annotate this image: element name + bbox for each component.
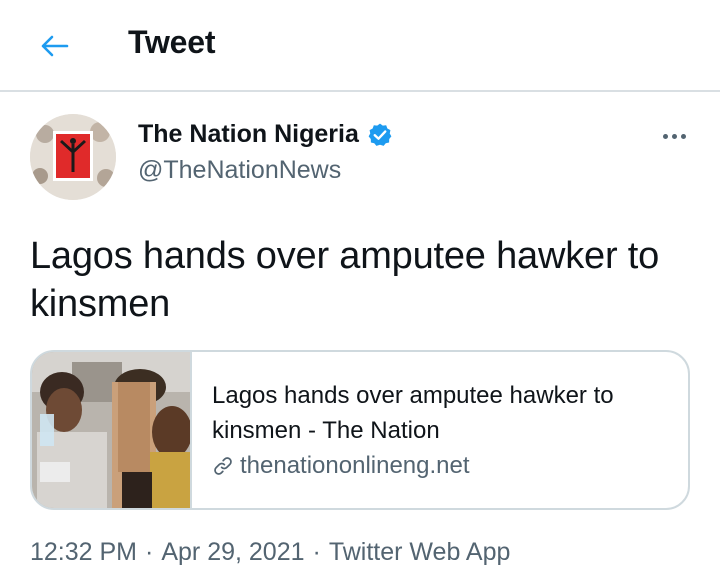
author-row[interactable]: The Nation Nigeria xyxy=(138,120,393,149)
meta-separator: · xyxy=(145,538,154,566)
avatar[interactable] xyxy=(30,114,116,200)
more-options-button[interactable] xyxy=(656,122,692,150)
card-body: Lagos hands over amputee hawker to kinsm… xyxy=(192,352,688,508)
verified-badge-icon xyxy=(368,123,392,146)
author-name[interactable]: The Nation Nigeria xyxy=(138,120,359,149)
tweet-time[interactable]: 12:32 PM xyxy=(30,538,137,567)
tweet-metadata: 12:32 PM · Apr 29, 2021 · Twitter Web Ap… xyxy=(30,538,510,567)
link-preview-card[interactable]: Lagos hands over amputee hawker to kinsm… xyxy=(30,350,690,510)
card-domain: thenationonlineng.net xyxy=(240,452,470,479)
the-nation-logo-icon xyxy=(30,114,116,200)
news-photo-image xyxy=(32,352,190,508)
arrow-left-icon xyxy=(41,35,69,57)
link-icon xyxy=(214,457,232,475)
more-horizontal-icon xyxy=(662,133,668,139)
card-thumbnail xyxy=(32,352,192,508)
author-handle[interactable]: @TheNationNews xyxy=(138,156,341,185)
tweet-text: Lagos hands over amputee hawker to kinsm… xyxy=(30,235,660,325)
card-title: Lagos hands over amputee hawker to kinsm… xyxy=(212,382,614,444)
back-button[interactable] xyxy=(34,26,74,66)
card-domain-row: thenationonlineng.net xyxy=(212,452,668,480)
tweet-date[interactable]: Apr 29, 2021 xyxy=(161,538,304,567)
tweet-source[interactable]: Twitter Web App xyxy=(329,538,511,567)
meta-separator: · xyxy=(312,538,321,566)
page-title: Tweet xyxy=(128,24,216,60)
top-bar: Tweet xyxy=(0,0,720,92)
